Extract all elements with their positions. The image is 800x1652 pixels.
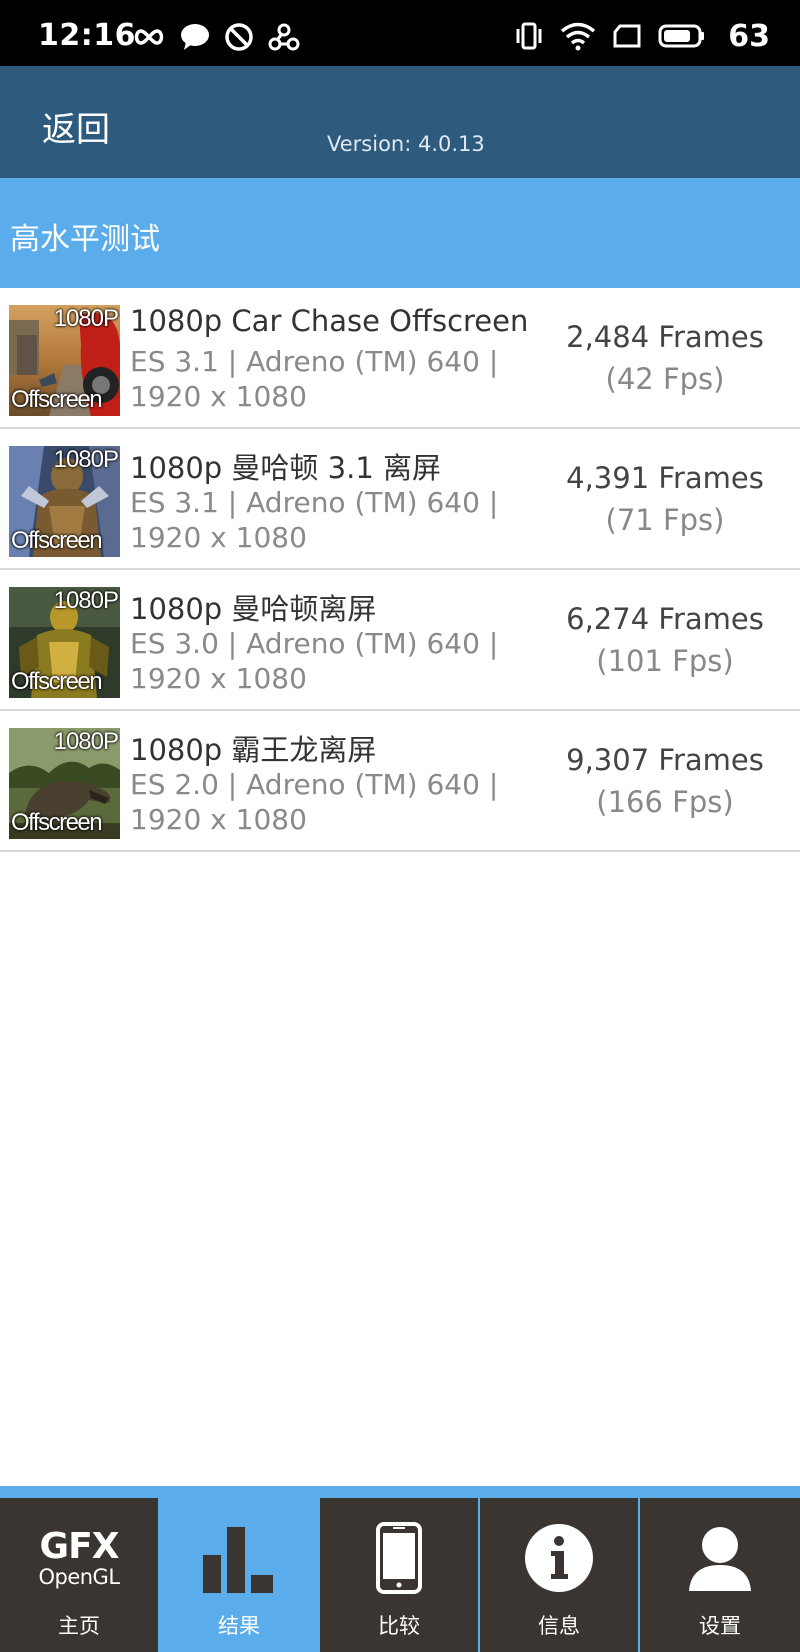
test-details: ES 3.1 | Adreno (TM) 640 | 1920 x 1080: [130, 486, 499, 554]
tab-info-label: 信息: [538, 1614, 580, 1638]
notification-icons: [132, 22, 300, 52]
result-row-t-rex[interactable]: 1080P Offscreen 1080p 霸王龙离屏 ES 2.0 | Adr…: [0, 711, 800, 852]
tab-settings-label: 设置: [699, 1614, 741, 1638]
tab-home[interactable]: GFX OpenGL 主页: [0, 1498, 158, 1652]
app-header: 返回 Version: 4.0.13: [0, 66, 800, 178]
do-not-disturb-icon: [225, 23, 253, 51]
fps-value: (101 Fps): [596, 644, 734, 678]
bottom-navigation: GFX OpenGL 主页 结果 比较 信息 设置: [0, 1486, 800, 1652]
test-name: 1080p 曼哈顿 3.1 离屏: [130, 451, 441, 485]
message-icon: [181, 24, 209, 50]
fps-value: (166 Fps): [596, 785, 734, 819]
thumb-offscreen-label: Offscreen: [11, 668, 103, 695]
thumb-resolution-label: 1080P: [53, 587, 119, 614]
t-rex-thumbnail: 1080P Offscreen: [9, 728, 120, 839]
frames-value: 4,391 Frames: [566, 461, 764, 495]
version-label: Version: 4.0.13: [327, 132, 485, 156]
frames-value: 6,274 Frames: [566, 602, 764, 636]
bar-chart-icon: [203, 1527, 273, 1593]
thumb-resolution-label: 1080P: [53, 305, 119, 332]
test-details: ES 2.0 | Adreno (TM) 640 | 1920 x 1080: [130, 768, 499, 836]
tab-home-label: 主页: [58, 1614, 100, 1638]
results-list: 1080P Offscreen 1080p Car Chase Offscree…: [0, 288, 800, 852]
section-header: 高水平测试: [0, 178, 800, 288]
nav-top-divider: [0, 1486, 800, 1492]
test-name: 1080p Car Chase Offscreen: [130, 304, 529, 338]
manhattan-thumbnail: 1080P Offscreen: [9, 587, 120, 698]
manhattan-31-thumbnail: 1080P Offscreen: [9, 446, 120, 557]
car-chase-thumbnail: 1080P Offscreen: [9, 305, 120, 416]
test-details: ES 3.1 | Adreno (TM) 640 | 1920 x 1080: [130, 345, 499, 413]
frames-value: 2,484 Frames: [566, 320, 764, 354]
back-button[interactable]: 返回: [42, 102, 110, 151]
test-name: 1080p 曼哈顿离屏: [130, 592, 377, 626]
battery-icon: [658, 24, 705, 48]
phone-icon: [376, 1522, 422, 1594]
tab-info[interactable]: 信息: [480, 1498, 638, 1652]
tab-results[interactable]: 结果: [160, 1498, 318, 1652]
test-details: ES 3.0 | Adreno (TM) 640 | 1920 x 1080: [130, 627, 499, 695]
tab-compare-label: 比较: [378, 1614, 420, 1638]
section-title: 高水平测试: [10, 222, 160, 257]
user-icon: [689, 1527, 751, 1591]
status-bar: 12:16 63: [0, 0, 800, 66]
vibrate-icon: [516, 22, 542, 50]
thumb-offscreen-label: Offscreen: [11, 527, 103, 554]
result-row-manhattan[interactable]: 1080P Offscreen 1080p 曼哈顿离屏 ES 3.0 | Adr…: [0, 570, 800, 711]
tab-compare[interactable]: 比较: [320, 1498, 478, 1652]
system-icons: 63: [514, 18, 770, 54]
result-row-car-chase[interactable]: 1080P Offscreen 1080p Car Chase Offscree…: [0, 288, 800, 429]
link-icon: [268, 23, 300, 51]
sim-card-icon: [613, 24, 641, 48]
infinity-icon: [134, 29, 164, 45]
tab-settings[interactable]: 设置: [640, 1498, 800, 1652]
info-icon: [525, 1524, 593, 1592]
tab-results-label: 结果: [218, 1614, 260, 1638]
battery-level: 63: [728, 18, 770, 54]
frames-value: 9,307 Frames: [566, 743, 764, 777]
thumb-resolution-label: 1080P: [53, 446, 119, 473]
thumb-offscreen-label: Offscreen: [11, 386, 103, 413]
thumb-offscreen-label: Offscreen: [11, 809, 103, 836]
test-name: 1080p 霸王龙离屏: [130, 733, 377, 767]
thumb-resolution-label: 1080P: [53, 728, 119, 755]
status-time: 12:16: [38, 18, 136, 53]
wifi-icon: [561, 22, 596, 51]
result-row-manhattan-31[interactable]: 1080P Offscreen 1080p 曼哈顿 3.1 离屏 ES 3.1 …: [0, 429, 800, 570]
fps-value: (71 Fps): [605, 503, 725, 537]
gfx-logo-icon: GFX OpenGL: [38, 1525, 120, 1589]
fps-value: (42 Fps): [605, 362, 725, 396]
